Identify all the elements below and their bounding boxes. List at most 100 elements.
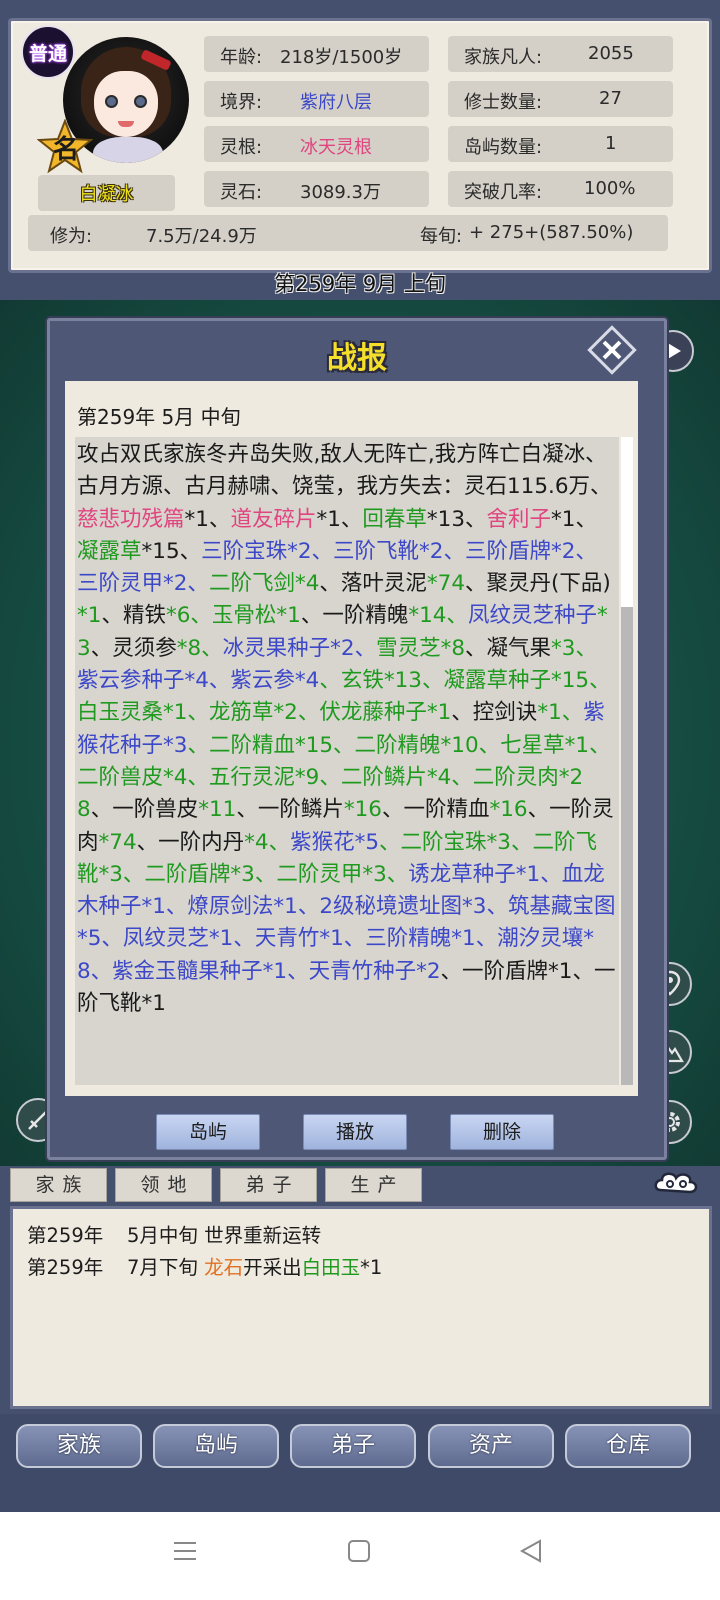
report-segment: 、聚灵丹(下品) bbox=[465, 571, 611, 597]
back-icon bbox=[519, 1539, 541, 1563]
report-segment: 、一阶内丹 bbox=[136, 829, 245, 855]
stat-label: 年龄: bbox=[220, 47, 263, 68]
stat-realm: 境界: 紫府八层 bbox=[204, 81, 429, 117]
replay-button[interactable]: 播放 bbox=[303, 1114, 407, 1150]
report-segment: *6、玉骨松*1 bbox=[165, 603, 301, 629]
log-text: 白田玉 bbox=[301, 1256, 361, 1279]
tab-production[interactable]: 生产 bbox=[325, 1168, 422, 1202]
nav-disciples[interactable]: 弟子 bbox=[290, 1424, 416, 1468]
log-text: 5月中旬 世界重新运转 bbox=[127, 1224, 322, 1247]
right-eye bbox=[134, 95, 147, 108]
menu-button[interactable] bbox=[172, 1538, 198, 1564]
rank-badge: 普通 bbox=[21, 25, 75, 79]
event-log: 第259年 5月中旬 世界重新运转 第259年 7月下旬 龙石开采出白田玉*1 bbox=[10, 1206, 712, 1409]
report-segment: 雪灵芝*8 bbox=[376, 635, 466, 661]
stat-label: 灵根: bbox=[220, 137, 263, 158]
report-segment: 、一阶精血 bbox=[381, 797, 490, 823]
report-segment: 、精铁 bbox=[101, 603, 166, 629]
collar bbox=[93, 137, 163, 163]
stat-label: 突破几率: bbox=[464, 182, 543, 203]
back-button[interactable] bbox=[518, 1538, 544, 1564]
stat-label: 境界: bbox=[220, 92, 263, 113]
cultivation-label: 修为: bbox=[50, 226, 93, 247]
nav-assets[interactable]: 资产 bbox=[428, 1424, 554, 1468]
delete-button[interactable]: 删除 bbox=[450, 1114, 554, 1150]
current-date-text: 第259年 9月 上旬 bbox=[274, 272, 446, 296]
menu-icon bbox=[174, 1542, 196, 1560]
report-segment: 凝露草 bbox=[77, 538, 142, 564]
report-segment: *74 bbox=[426, 571, 465, 597]
report-segment: *16 bbox=[343, 797, 382, 823]
report-segment: 、控剑诀 bbox=[451, 700, 538, 726]
rank-badge-label: 普通 bbox=[28, 42, 67, 65]
log-tabs: 家族 领地 弟子 生产 bbox=[0, 1166, 720, 1204]
report-segment: *11 bbox=[198, 797, 237, 823]
left-eye bbox=[105, 95, 118, 108]
report-segment: 攻占双氏家族冬卉岛失败,敌人无阵亡,我方阵亡白凝冰、古月方源、古月赫啸、饶莹，我… bbox=[77, 442, 612, 500]
character-info-panel: 普通 名 白凝冰 年龄: 218岁/1500岁 境界: 紫府八层 灵根: 冰天灵… bbox=[8, 18, 712, 273]
stat-breakthrough: 突破几率: 100% bbox=[448, 171, 673, 207]
close-x-icon bbox=[587, 325, 637, 375]
avatar[interactable]: 普通 名 白凝冰 bbox=[21, 25, 194, 211]
report-segment: *1、 bbox=[537, 700, 584, 726]
home-icon bbox=[348, 1540, 370, 1562]
tab-disciples[interactable]: 弟子 bbox=[220, 1168, 317, 1202]
cultivation-bar: 修为: 7.5万/24.9万 每旬: + 275+(587.50%) bbox=[28, 215, 668, 251]
report-segment: 凤纹灵芝种子 bbox=[467, 603, 597, 629]
close-button[interactable] bbox=[586, 324, 638, 376]
report-segment: 紫猴花*5 bbox=[290, 829, 380, 855]
report-segment: *1、 bbox=[316, 506, 363, 532]
report-segment: 、一阶鳞片 bbox=[236, 797, 344, 823]
report-segment: 二阶飞剑*4 bbox=[208, 571, 320, 597]
nav-islands[interactable]: 岛屿 bbox=[153, 1424, 279, 1468]
report-segment: 舍利子 bbox=[486, 506, 552, 532]
stat-label: 修士数量: bbox=[464, 92, 543, 113]
cloud-button[interactable] bbox=[652, 1168, 700, 1200]
report-segment: *14、 bbox=[408, 603, 468, 629]
stat-value: 1 bbox=[605, 133, 617, 154]
battle-report-dialog: 战报 第259年 5月 中旬 攻占双氏家族冬卉岛失败,敌人无阵亡,我方阵亡白凝冰… bbox=[47, 318, 667, 1160]
report-segment: 紫云参种子*4、紫云参*4 bbox=[77, 668, 320, 694]
report-segment: 回春草 bbox=[362, 506, 427, 532]
report-segment: *74 bbox=[98, 829, 137, 855]
nav-family[interactable]: 家族 bbox=[16, 1424, 142, 1468]
log-entry: 第259年 5月中旬 世界重新运转 bbox=[27, 1219, 321, 1248]
report-segment: 、一阶兽皮 bbox=[90, 797, 199, 823]
home-button[interactable] bbox=[347, 1539, 371, 1563]
report-segment: *16 bbox=[489, 797, 528, 823]
tab-territory[interactable]: 领地 bbox=[115, 1168, 212, 1202]
stat-value: 冰天灵根 bbox=[300, 137, 372, 158]
report-segment: *4、 bbox=[244, 829, 291, 855]
islands-button[interactable]: 岛屿 bbox=[156, 1114, 260, 1150]
log-text: *1 bbox=[360, 1256, 383, 1279]
cloud-icon bbox=[654, 1172, 698, 1194]
stat-value: 100% bbox=[584, 178, 636, 199]
bottom-navigation: 家族 岛屿 弟子 资产 仓库 bbox=[0, 1414, 720, 1512]
report-segment: *1、 bbox=[551, 506, 597, 532]
report-segment: 、一阶精魄 bbox=[300, 603, 409, 629]
report-segment: *8、 bbox=[176, 635, 223, 661]
report-segment: 慈悲功残篇 bbox=[77, 506, 185, 532]
stat-value: 3089.3万 bbox=[300, 182, 381, 203]
log-year: 第259年 bbox=[27, 1224, 104, 1247]
report-segment: *15、 bbox=[141, 538, 202, 564]
scrollbar-thumb[interactable] bbox=[621, 607, 633, 1085]
report-date: 第259年 5月 中旬 bbox=[77, 405, 241, 429]
report-content: 第259年 5月 中旬 攻占双氏家族冬卉岛失败,敌人无阵亡,我方阵亡白凝冰、古月… bbox=[65, 381, 638, 1096]
report-segment: *13、 bbox=[426, 506, 487, 532]
report-segment: 、凝气果 bbox=[465, 635, 552, 661]
dialog-title: 战报 bbox=[327, 341, 387, 376]
stat-value: 27 bbox=[599, 88, 622, 109]
stat-family-mortals: 家族凡人: 2055 bbox=[448, 36, 673, 72]
scrollbar[interactable] bbox=[621, 437, 633, 1085]
game-screen: 普通 名 白凝冰 年龄: 218岁/1500岁 境界: 紫府八层 灵根: 冰天灵… bbox=[0, 0, 720, 1512]
system-navigation-bar bbox=[0, 1512, 720, 1600]
stat-label: 家族凡人: bbox=[464, 47, 543, 68]
log-year: 第259年 bbox=[27, 1256, 104, 1279]
report-segment: *1、 bbox=[184, 506, 231, 532]
log-entry: 第259年 7月下旬 龙石开采出白田玉*1 bbox=[27, 1251, 382, 1280]
tab-family[interactable]: 家族 bbox=[10, 1168, 107, 1202]
report-body[interactable]: 攻占双氏家族冬卉岛失败,敌人无阵亡,我方阵亡白凝冰、古月方源、古月赫啸、饶莹，我… bbox=[75, 437, 619, 1085]
nav-warehouse[interactable]: 仓库 bbox=[565, 1424, 691, 1468]
stat-islands: 岛屿数量: 1 bbox=[448, 126, 673, 162]
